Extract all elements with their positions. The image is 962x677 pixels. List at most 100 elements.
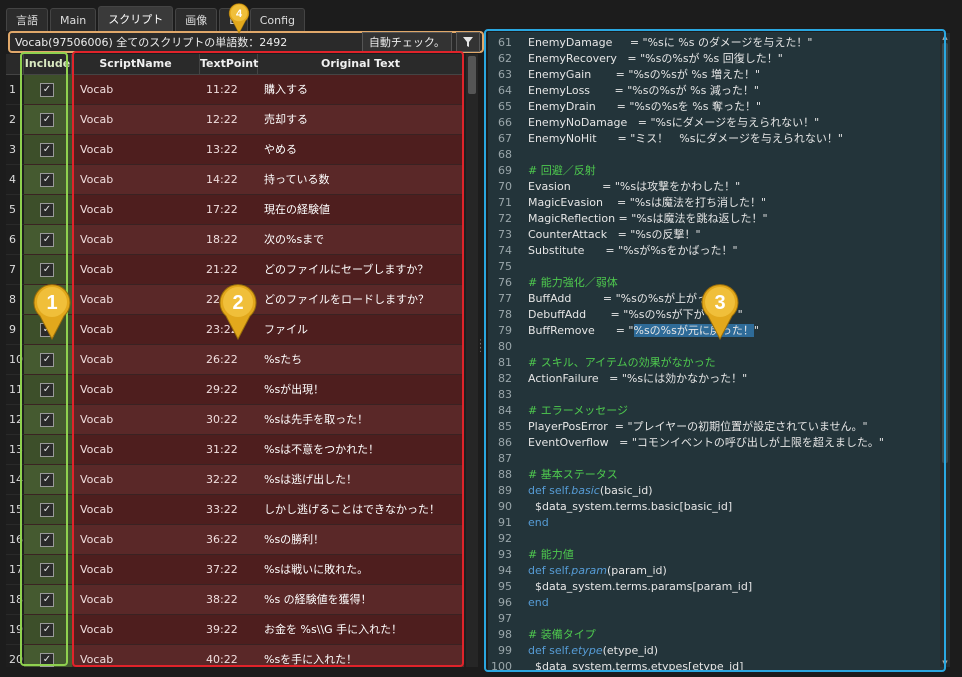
original-text-cell[interactable]: どのファイルにセーブしますか？: [258, 255, 464, 285]
marker-pin-1: 1: [32, 282, 72, 341]
code-token: ": [753, 324, 759, 337]
include-checkbox[interactable]: ✓: [40, 173, 54, 187]
line-number: 89: [498, 484, 512, 497]
table-row[interactable]: 2 ✓ Vocab 12:22 売却する: [6, 105, 464, 135]
original-text-cell[interactable]: どのファイルをロードしますか？: [258, 285, 464, 315]
include-checkbox[interactable]: ✓: [40, 533, 54, 547]
auto-check-button[interactable]: 自動チェック。: [361, 32, 452, 52]
original-text-cell[interactable]: %sは戦いに敗れた。: [258, 555, 464, 585]
tab-language[interactable]: 言語: [6, 8, 48, 31]
row-number: 19: [6, 615, 24, 645]
table-row[interactable]: 19 ✓ Vocab 39:22 お金を %s\\G 手に入れた！: [6, 615, 464, 645]
original-text-cell[interactable]: %sは先手を取った！: [258, 405, 464, 435]
tab-script[interactable]: スクリプト: [98, 6, 174, 31]
code-line: 95 $data_system.terms.params[param_id]: [488, 579, 928, 595]
original-text-cell[interactable]: %sは不意をつかれた！: [258, 435, 464, 465]
include-checkbox[interactable]: ✓: [40, 383, 54, 397]
code-token: $data_system.terms.basic[basic_id]: [528, 500, 733, 513]
original-text-header[interactable]: Original Text: [258, 54, 464, 74]
include-checkbox[interactable]: ✓: [40, 113, 54, 127]
table-row[interactable]: 6 ✓ Vocab 18:22 次の%sまで: [6, 225, 464, 255]
include-cell: ✓: [24, 195, 72, 225]
line-text: EventOverflow = "コモンイベントの呼び出しが上限を超えました。": [528, 435, 884, 451]
code-line: 94 def self.param(param_id): [488, 563, 928, 579]
original-text-cell[interactable]: %sたち: [258, 345, 464, 375]
table-row[interactable]: 7 ✓ Vocab 21:22 どのファイルにセーブしますか？: [6, 255, 464, 285]
original-text-cell[interactable]: 次の%sまで: [258, 225, 464, 255]
include-checkbox[interactable]: ✓: [40, 353, 54, 367]
script-name-header[interactable]: ScriptName: [72, 54, 200, 74]
editor-scrollbar[interactable]: ▲ ▼: [940, 33, 950, 667]
line-text: MagicEvasion = "%sは魔法を打ち消した！": [528, 195, 766, 211]
grid-scroll-thumb[interactable]: [468, 56, 476, 94]
scroll-down-icon[interactable]: ▼: [941, 659, 949, 667]
original-text-cell[interactable]: %sは逃げ出した！: [258, 465, 464, 495]
original-text-cell[interactable]: 持っている数: [258, 165, 464, 195]
original-text-cell[interactable]: やめる: [258, 135, 464, 165]
include-checkbox[interactable]: ✓: [40, 563, 54, 577]
table-row[interactable]: 5 ✓ Vocab 17:22 現在の経験値: [6, 195, 464, 225]
include-checkbox[interactable]: ✓: [40, 623, 54, 637]
include-header[interactable]: Include: [24, 54, 72, 74]
row-number: 17: [6, 555, 24, 585]
include-checkbox[interactable]: ✓: [40, 473, 54, 487]
tab-image[interactable]: 画像: [175, 8, 218, 31]
table-row[interactable]: 18 ✓ Vocab 38:22 %s の経験値を獲得！: [6, 585, 464, 615]
include-checkbox[interactable]: ✓: [40, 143, 54, 157]
code-token: EnemyNoHit = "ミス！ %sにダメージを与えられない！": [528, 132, 843, 145]
script-grid: Include ScriptName TextPoint Original Te…: [6, 54, 478, 667]
line-text: EnemyNoHit = "ミス！ %sにダメージを与えられない！": [528, 131, 843, 147]
tab-config[interactable]: Config: [249, 8, 306, 31]
original-text-cell[interactable]: 売却する: [258, 105, 464, 135]
include-checkbox[interactable]: ✓: [40, 83, 54, 97]
code-line: 81 # スキル、アイテムの効果がなかった: [488, 355, 928, 371]
include-cell: ✓: [24, 405, 72, 435]
include-checkbox[interactable]: ✓: [40, 653, 54, 667]
table-row[interactable]: 1 ✓ Vocab 11:22 購入する: [6, 75, 464, 105]
include-checkbox[interactable]: ✓: [40, 233, 54, 247]
table-row[interactable]: 12 ✓ Vocab 30:22 %sは先手を取った！: [6, 405, 464, 435]
table-row[interactable]: 16 ✓ Vocab 36:22 %sの勝利！: [6, 525, 464, 555]
line-text: EnemyDamage = "%sに %s のダメージを与えた！": [528, 35, 812, 51]
editor-scroll-thumb[interactable]: [942, 43, 948, 463]
include-checkbox[interactable]: ✓: [40, 503, 54, 517]
map-pin-icon: 3: [701, 284, 739, 341]
code-token: BuffRemove = ": [528, 324, 634, 337]
include-checkbox[interactable]: ✓: [40, 203, 54, 217]
tab-main[interactable]: Main: [50, 8, 97, 31]
original-text-cell[interactable]: %sの勝利！: [258, 525, 464, 555]
splitter-handle[interactable]: :::: [479, 338, 483, 356]
include-checkbox[interactable]: ✓: [40, 443, 54, 457]
include-checkbox[interactable]: ✓: [40, 413, 54, 427]
grid-scrollbar[interactable]: [466, 54, 478, 667]
text-point-header[interactable]: TextPoint: [200, 54, 258, 74]
original-text-cell[interactable]: 購入する: [258, 75, 464, 105]
table-row[interactable]: 13 ✓ Vocab 31:22 %sは不意をつかれた！: [6, 435, 464, 465]
original-text-cell[interactable]: お金を %s\\G 手に入れた！: [258, 615, 464, 645]
line-number: 95: [498, 580, 512, 593]
original-text-cell[interactable]: 現在の経験値: [258, 195, 464, 225]
include-checkbox[interactable]: ✓: [40, 593, 54, 607]
line-text: # 回避／反射: [528, 163, 596, 179]
table-row[interactable]: 15 ✓ Vocab 33:22 しかし逃げることはできなかった！: [6, 495, 464, 525]
table-row[interactable]: 14 ✓ Vocab 32:22 %sは逃げ出した！: [6, 465, 464, 495]
table-row[interactable]: 17 ✓ Vocab 37:22 %sは戦いに敗れた。: [6, 555, 464, 585]
original-text-cell[interactable]: しかし逃げることはできなかった！: [258, 495, 464, 525]
original-text-cell[interactable]: %sを手に入れた！: [258, 645, 464, 667]
table-row[interactable]: 20 ✓ Vocab 40:22 %sを手に入れた！: [6, 645, 464, 667]
line-text: EnemyGain = "%sの%sが %s 増えた！": [528, 67, 760, 83]
table-row[interactable]: 4 ✓ Vocab 14:22 持っている数: [6, 165, 464, 195]
original-text-cell[interactable]: %sが出現！: [258, 375, 464, 405]
scroll-up-icon[interactable]: ▲: [941, 33, 949, 41]
original-text-cell[interactable]: ファイル: [258, 315, 464, 345]
original-text-cell[interactable]: %s の経験値を獲得！: [258, 585, 464, 615]
code-line: 84 # エラーメッセージ: [488, 403, 928, 419]
code-editor[interactable]: 61 EnemyDamage = "%sに %s のダメージを与えた！" 62 Ene…: [488, 32, 944, 670]
table-row[interactable]: 10 ✓ Vocab 26:22 %sたち: [6, 345, 464, 375]
text-point-cell: 18:22: [200, 225, 258, 255]
filter-button[interactable]: [456, 32, 480, 52]
include-checkbox[interactable]: ✓: [40, 263, 54, 277]
table-row[interactable]: 3 ✓ Vocab 13:22 やめる: [6, 135, 464, 165]
table-row[interactable]: 11 ✓ Vocab 29:22 %sが出現！: [6, 375, 464, 405]
code-line: 88 # 基本ステータス: [488, 467, 928, 483]
